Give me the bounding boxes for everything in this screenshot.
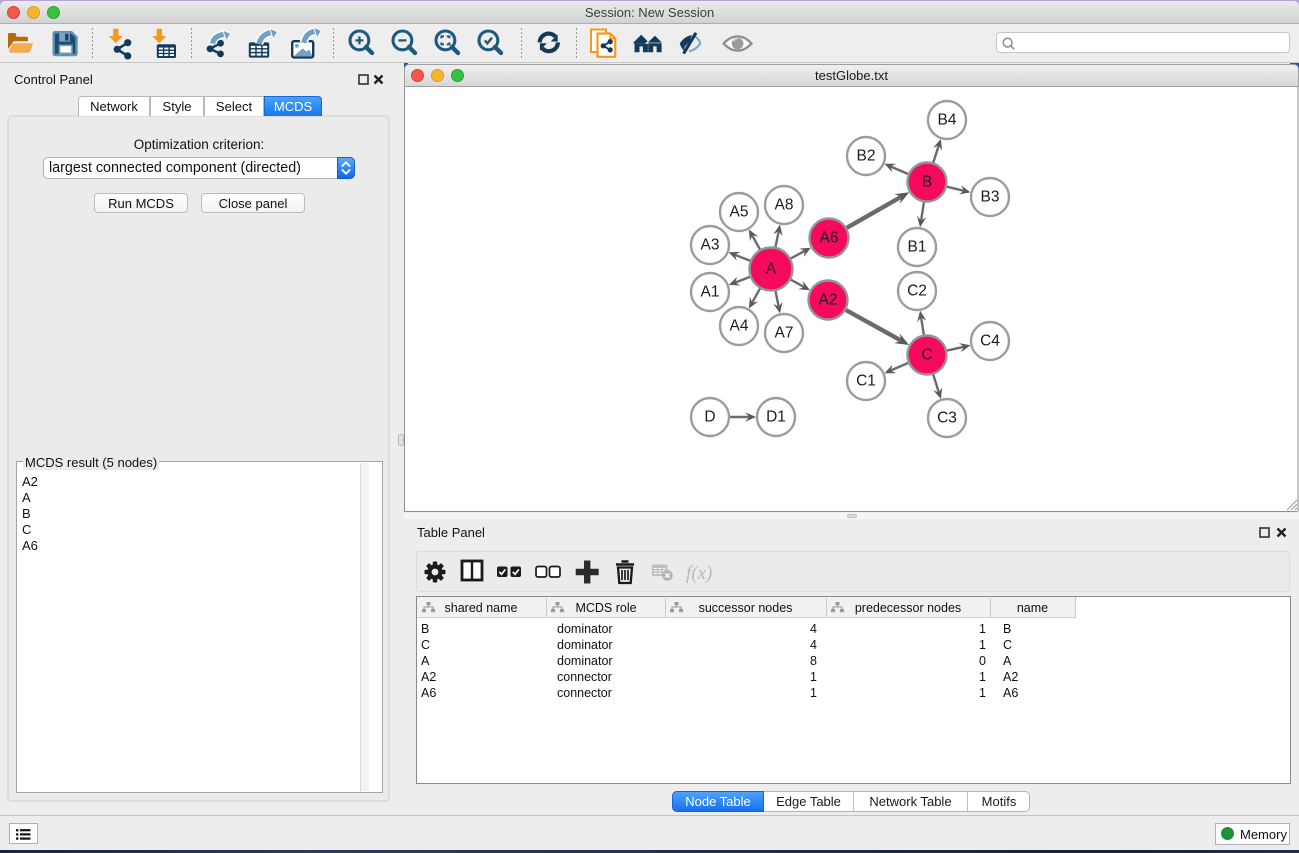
svg-text:B1: B1	[908, 239, 927, 256]
svg-text:C3: C3	[937, 410, 957, 427]
svg-text:D: D	[704, 409, 715, 426]
svg-text:C2: C2	[907, 283, 927, 300]
svg-text:A6: A6	[820, 230, 839, 247]
svg-text:A5: A5	[730, 204, 749, 221]
svg-text:C1: C1	[856, 373, 876, 390]
svg-text:A1: A1	[701, 284, 720, 301]
svg-text:A8: A8	[775, 197, 794, 214]
svg-text:B4: B4	[938, 112, 957, 129]
svg-text:B2: B2	[857, 148, 876, 165]
svg-text:A4: A4	[730, 318, 749, 335]
svg-text:A3: A3	[701, 237, 720, 254]
svg-text:A2: A2	[819, 292, 838, 309]
svg-text:C: C	[921, 347, 932, 364]
svg-text:A: A	[766, 261, 777, 278]
svg-text:B3: B3	[981, 189, 1000, 206]
svg-text:C4: C4	[980, 333, 1000, 350]
svg-text:D1: D1	[766, 409, 786, 426]
svg-text:A7: A7	[775, 325, 794, 342]
svg-text:B: B	[922, 174, 932, 191]
